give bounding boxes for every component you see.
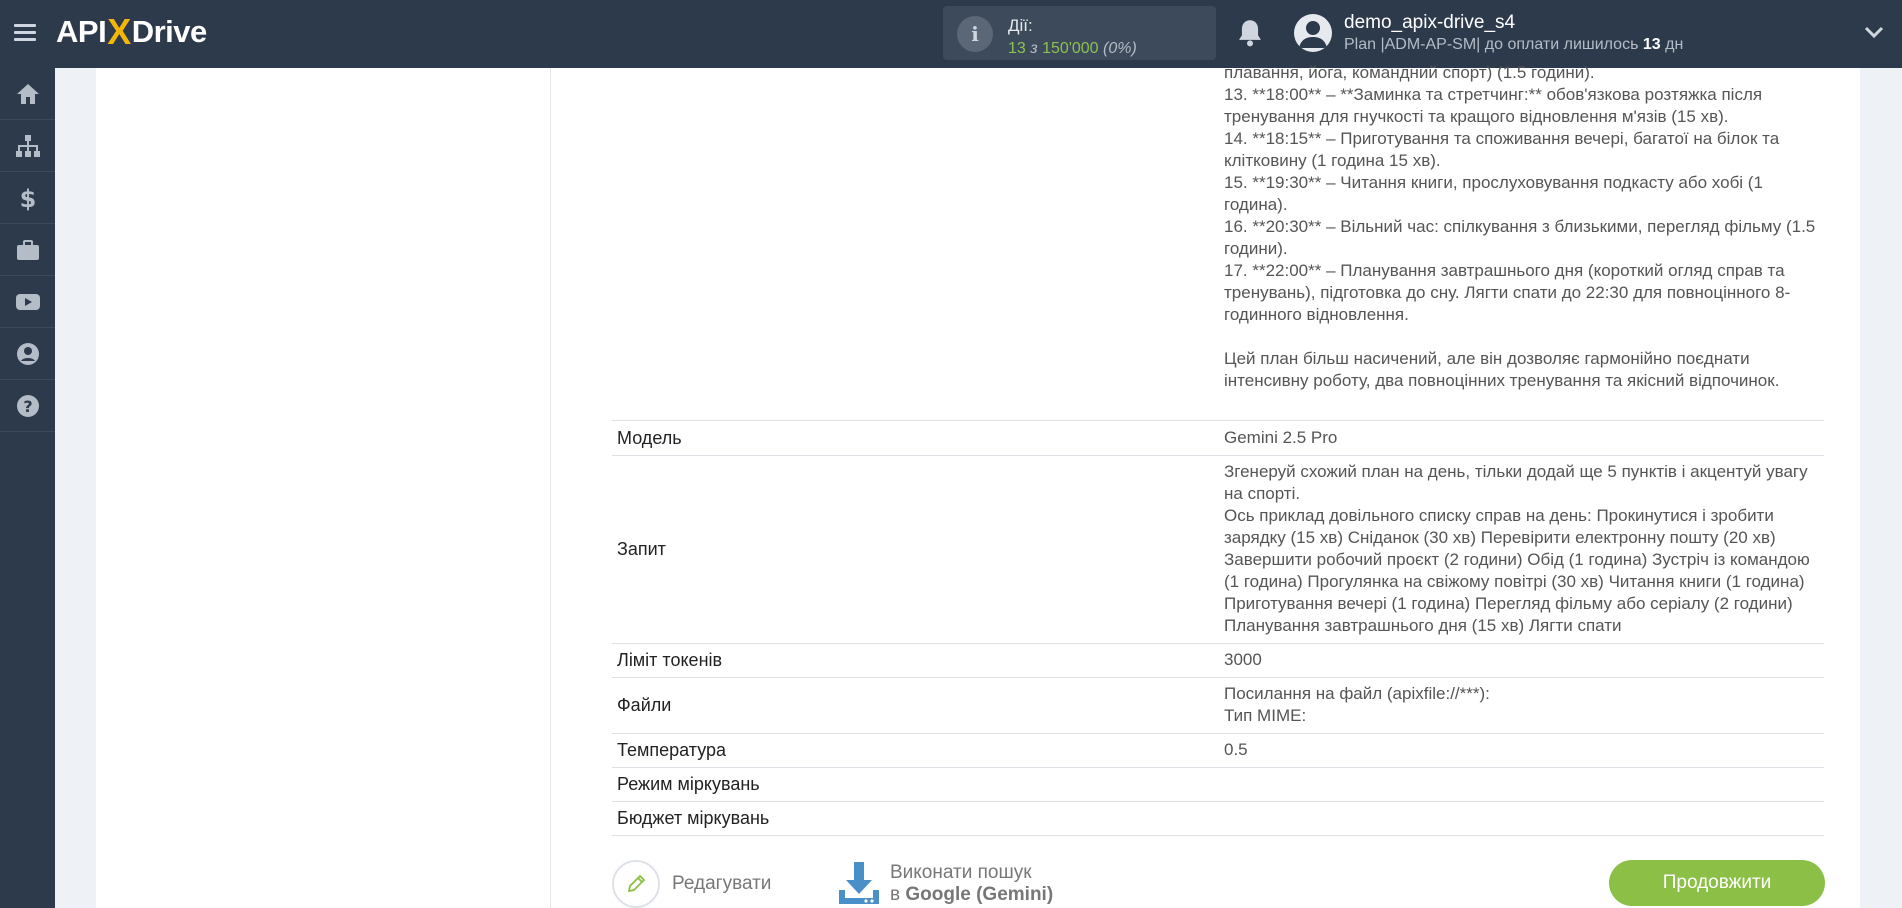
row-key: Файли — [617, 695, 672, 715]
plan-text: Plan |ADM-AP-SM| до оплати лишилось — [1344, 36, 1643, 53]
row-key: Модель — [617, 428, 682, 448]
plan-unit: дн — [1660, 36, 1684, 53]
sidebar-item-home[interactable] — [0, 68, 55, 120]
logo-x-text: X — [107, 11, 131, 52]
response-row-divider — [612, 353, 1824, 421]
continue-button[interactable]: Продовжити — [1609, 860, 1825, 906]
search-label: Виконати пошук в Google (Gemini) — [890, 862, 1053, 906]
sidebar: $ ? — [0, 68, 55, 908]
footer-actions: Редагувати Виконати пошук в Google (Gemi… — [612, 850, 1825, 908]
row-value: Gemini 2.5 Pro — [1224, 428, 1338, 447]
table-row-temperature: Температура 0.5 — [612, 734, 1824, 768]
username[interactable]: demo_apix-drive_s4 — [1344, 12, 1515, 34]
bell-icon[interactable] — [1236, 18, 1264, 48]
avatar[interactable] — [1294, 14, 1332, 52]
home-icon — [16, 83, 39, 104]
row-key: Запит — [617, 539, 666, 559]
sidebar-item-connections[interactable] — [0, 120, 55, 172]
top-bar: API X Drive i Дії: 13 з 150'000 (0%) demo_… — [0, 0, 1902, 68]
question-circle-icon: ? — [16, 394, 39, 417]
menu-burger-icon[interactable] — [14, 20, 40, 46]
plan-days: 13 — [1642, 36, 1661, 53]
logo-api-text: API — [56, 14, 107, 49]
row-key: Бюджет міркувань — [617, 808, 770, 828]
chevron-down-icon[interactable] — [1862, 22, 1886, 42]
sidebar-item-videos[interactable] — [0, 276, 55, 328]
svg-text:?: ? — [23, 397, 32, 416]
edit-label: Редагувати — [672, 873, 772, 894]
row-value: 0.5 — [1224, 740, 1248, 759]
download-icon — [839, 862, 879, 904]
table-row-query: Запит Згенеруй схожий план на день, тіль… — [612, 456, 1824, 644]
plan-info: Plan |ADM-AP-SM| до оплати лишилось 13 д… — [1344, 36, 1683, 54]
youtube-icon — [15, 293, 40, 310]
response-value: плавання, йога, командний спорт) (1.5 го… — [1224, 62, 1824, 392]
info-icon: i — [957, 16, 993, 52]
left-panel — [96, 68, 550, 908]
logo-drive-text: Drive — [131, 14, 208, 49]
actions-count: 13 з 150'000 (0%) — [1008, 40, 1137, 58]
row-key: Ліміт токенів — [617, 650, 723, 670]
row-value: 3000 — [1224, 650, 1262, 669]
sidebar-item-profile[interactable] — [0, 328, 55, 380]
actions-used: 13 — [1008, 40, 1026, 57]
sitemap-icon — [15, 134, 40, 157]
row-key: Температура — [617, 740, 727, 760]
table-row-model: Модель Gemini 2.5 Pro — [612, 421, 1824, 456]
user-silhouette-icon — [1299, 21, 1327, 48]
row-value: Згенеруй схожий план на день, тільки дод… — [1224, 462, 1810, 635]
search-label-line2: в Google (Gemini) — [890, 884, 1053, 906]
search-label-service: Google (Gemini) — [905, 884, 1054, 905]
row-key: Режим міркувань — [617, 774, 760, 794]
actions-percent: (0%) — [1103, 40, 1137, 57]
response-text: плавання, йога, командний спорт) (1.5 го… — [1224, 63, 1816, 390]
briefcase-icon — [16, 239, 39, 260]
table-row-reasoning-budget: Бюджет міркувань — [612, 802, 1824, 836]
sidebar-item-help[interactable]: ? — [0, 380, 55, 432]
search-label-prefix: в — [890, 884, 906, 905]
actions-sep: з — [1025, 40, 1043, 57]
user-circle-icon — [16, 342, 39, 365]
search-button[interactable]: Виконати пошук в Google (Gemini) — [836, 860, 1053, 908]
edit-button[interactable]: Редагувати — [612, 860, 771, 908]
table-row-reasoning-mode: Режим міркувань — [612, 768, 1824, 802]
table-row-tokens: Ліміт токенів 3000 — [612, 644, 1824, 678]
table-row-files: Файли Посилання на файл (apixfile://***)… — [612, 678, 1824, 734]
search-label-line1: Виконати пошук — [890, 862, 1032, 883]
sidebar-item-projects[interactable] — [0, 224, 55, 276]
actions-label: Дії: — [1008, 16, 1033, 35]
edit-circle — [612, 860, 660, 908]
apix-drive-logo[interactable]: API X Drive — [56, 11, 208, 52]
row-value: Посилання на файл (apixfile://***): Тип … — [1224, 684, 1490, 725]
sidebar-item-billing[interactable]: $ — [0, 172, 55, 224]
actions-counter[interactable]: i Дії: 13 з 150'000 (0%) — [943, 6, 1216, 60]
svg-text:$: $ — [19, 185, 36, 212]
actions-total: 150'000 — [1042, 40, 1099, 57]
dollar-icon: $ — [19, 185, 36, 212]
pencil-icon — [627, 874, 646, 893]
